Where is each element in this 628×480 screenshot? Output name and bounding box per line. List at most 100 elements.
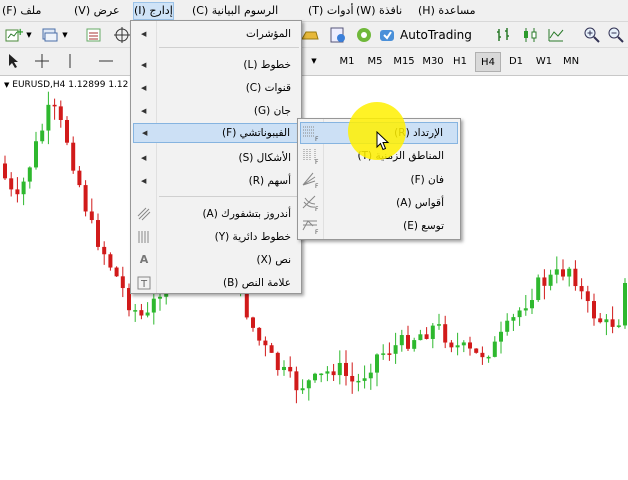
horizontal-line-icon[interactable]: [96, 51, 116, 71]
candle-body: [375, 354, 379, 373]
menu-item-fibo-arcs[interactable]: أقواس (A): [300, 192, 458, 214]
autotrading-label: AutoTrading: [400, 28, 472, 42]
chevron-down-icon[interactable]: ▼: [60, 25, 70, 45]
candle-body: [46, 104, 51, 131]
menu-help[interactable]: مساعدة (H): [418, 3, 476, 19]
crosshair-tool-icon[interactable]: [32, 51, 52, 71]
menu-view[interactable]: عرض (V): [74, 3, 120, 19]
menu-item-text[interactable]: نص (X): [133, 250, 299, 270]
zoom-out-icon[interactable]: [606, 25, 626, 45]
menu-item-cycle-lines[interactable]: خطوط دائرية (Y): [133, 227, 299, 247]
menu-item-label: علامة النص (B): [222, 277, 291, 289]
menu-item-text-label[interactable]: علامة النص (B): [133, 273, 299, 293]
candle-body: [3, 163, 7, 179]
candle-body: [65, 120, 69, 143]
menu-item-label: جان (G): [253, 105, 291, 117]
candle-body: [96, 220, 100, 247]
candle-body: [399, 335, 404, 346]
menu-insert[interactable]: إدارج (I): [133, 2, 174, 20]
menu-separator: [159, 196, 299, 197]
menu-item-arrows[interactable]: أسهم (R) ◀: [133, 171, 299, 191]
timeframe-mn[interactable]: MN: [558, 52, 584, 72]
candle-body: [536, 277, 541, 301]
menu-item-fibo-fan[interactable]: فان (F): [300, 169, 458, 191]
svg-text:T: T: [140, 279, 148, 290]
candle-body: [21, 181, 26, 195]
candle-body: [282, 366, 286, 371]
autotrading-icon: [380, 30, 394, 41]
timeframe-m1[interactable]: M1: [334, 52, 360, 72]
submenu-arrow-icon: ◀: [141, 61, 147, 69]
candle-body: [139, 310, 144, 316]
gold-bars-icon[interactable]: [300, 25, 320, 45]
menu-item-label: فان (F): [410, 174, 444, 186]
candle-body: [585, 291, 590, 302]
candle-body: [486, 356, 491, 359]
menu-tools[interactable]: أدوات (T): [308, 3, 354, 19]
menu-file[interactable]: ملف (F): [2, 3, 41, 19]
timeframe-h1[interactable]: H1: [447, 52, 473, 72]
bar-chart-icon[interactable]: [494, 25, 514, 45]
mouse-cursor-icon: [376, 131, 390, 151]
menu-item-label: توسع (E): [403, 220, 444, 232]
candle-body: [344, 362, 348, 376]
menu-item-indicators[interactable]: المؤشرات ◀: [133, 24, 299, 44]
candle-body: [554, 269, 559, 275]
candle-body: [387, 353, 392, 355]
timeframe-w1[interactable]: W1: [531, 52, 557, 72]
menu-item-fibo-expansion[interactable]: توسع (E): [300, 215, 458, 237]
menu-item-label: الفيبوناتشي (F): [222, 127, 290, 139]
menu-item-gann[interactable]: جان (G) ◀: [133, 101, 299, 121]
menu-window[interactable]: نافذة (W): [356, 3, 402, 19]
candlestick-chart-icon[interactable]: [520, 25, 540, 45]
candle-body: [362, 378, 367, 381]
strategy-tester-icon[interactable]: [328, 25, 348, 45]
menu-item-channels[interactable]: قنوات (C) ◀: [133, 78, 299, 98]
candle-body: [406, 335, 410, 349]
menu-item-andrews-pitchfork[interactable]: أندروز بتشفورك (A): [133, 204, 299, 224]
chevron-down-icon[interactable]: ▼: [308, 51, 320, 71]
market-watch-icon[interactable]: [84, 25, 104, 45]
candle-body: [430, 325, 435, 339]
line-chart-icon[interactable]: [546, 25, 566, 45]
menu-charts[interactable]: الرسوم البيانية (C): [192, 3, 278, 19]
candle-body: [604, 319, 609, 323]
standard-toolbar: + ▼ ▼ AutoTrading: [0, 22, 628, 48]
candle-body: [548, 274, 553, 286]
menu-item-label: أسهم (R): [248, 175, 291, 187]
candle-body: [108, 254, 113, 268]
candle-body: [461, 342, 466, 346]
menu-item-shapes[interactable]: الأشكال (S) ◀: [133, 148, 299, 168]
candle-body: [114, 267, 119, 277]
autotrading-button[interactable]: AutoTrading: [378, 25, 476, 45]
candle-body: [443, 324, 448, 343]
candle-body: [120, 276, 125, 289]
vertical-line-icon[interactable]: [60, 51, 80, 71]
timeframe-m15[interactable]: M15: [391, 52, 417, 72]
menu-item-lines[interactable]: خطوط (L) ◀: [133, 55, 299, 75]
fibo-arcs-icon: F: [301, 194, 321, 213]
menu-item-label: خطوط دائرية (Y): [214, 231, 291, 243]
timeframe-m5[interactable]: M5: [362, 52, 388, 72]
signals-icon[interactable]: [354, 25, 374, 45]
menu-bar: ملف (F) عرض (V) إدارج (I) الرسوم البياني…: [0, 0, 628, 22]
candle-body: [288, 366, 293, 372]
candle-body: [598, 318, 603, 323]
timeframe-h4[interactable]: H4: [475, 52, 501, 72]
candle-body: [381, 353, 386, 355]
zoom-in-icon[interactable]: [582, 25, 602, 45]
menu-item-label: أقواس (A): [396, 197, 444, 209]
profiles-icon[interactable]: [40, 25, 60, 45]
candle-body: [306, 380, 311, 389]
candle-body: [40, 130, 45, 142]
crosshair-icon[interactable]: [112, 25, 132, 45]
timeframe-d1[interactable]: D1: [503, 52, 529, 72]
new-chart-icon[interactable]: +: [4, 25, 24, 45]
timeframe-m30[interactable]: M30: [420, 52, 446, 72]
candle-body: [89, 211, 94, 221]
chevron-down-icon[interactable]: ▼: [24, 25, 34, 45]
menu-item-fibonacci[interactable]: الفيبوناتشي (F) ◀: [133, 123, 299, 143]
fibo-timezones-icon: F: [301, 147, 321, 166]
cursor-icon[interactable]: [4, 51, 24, 71]
candle-body: [468, 342, 472, 349]
